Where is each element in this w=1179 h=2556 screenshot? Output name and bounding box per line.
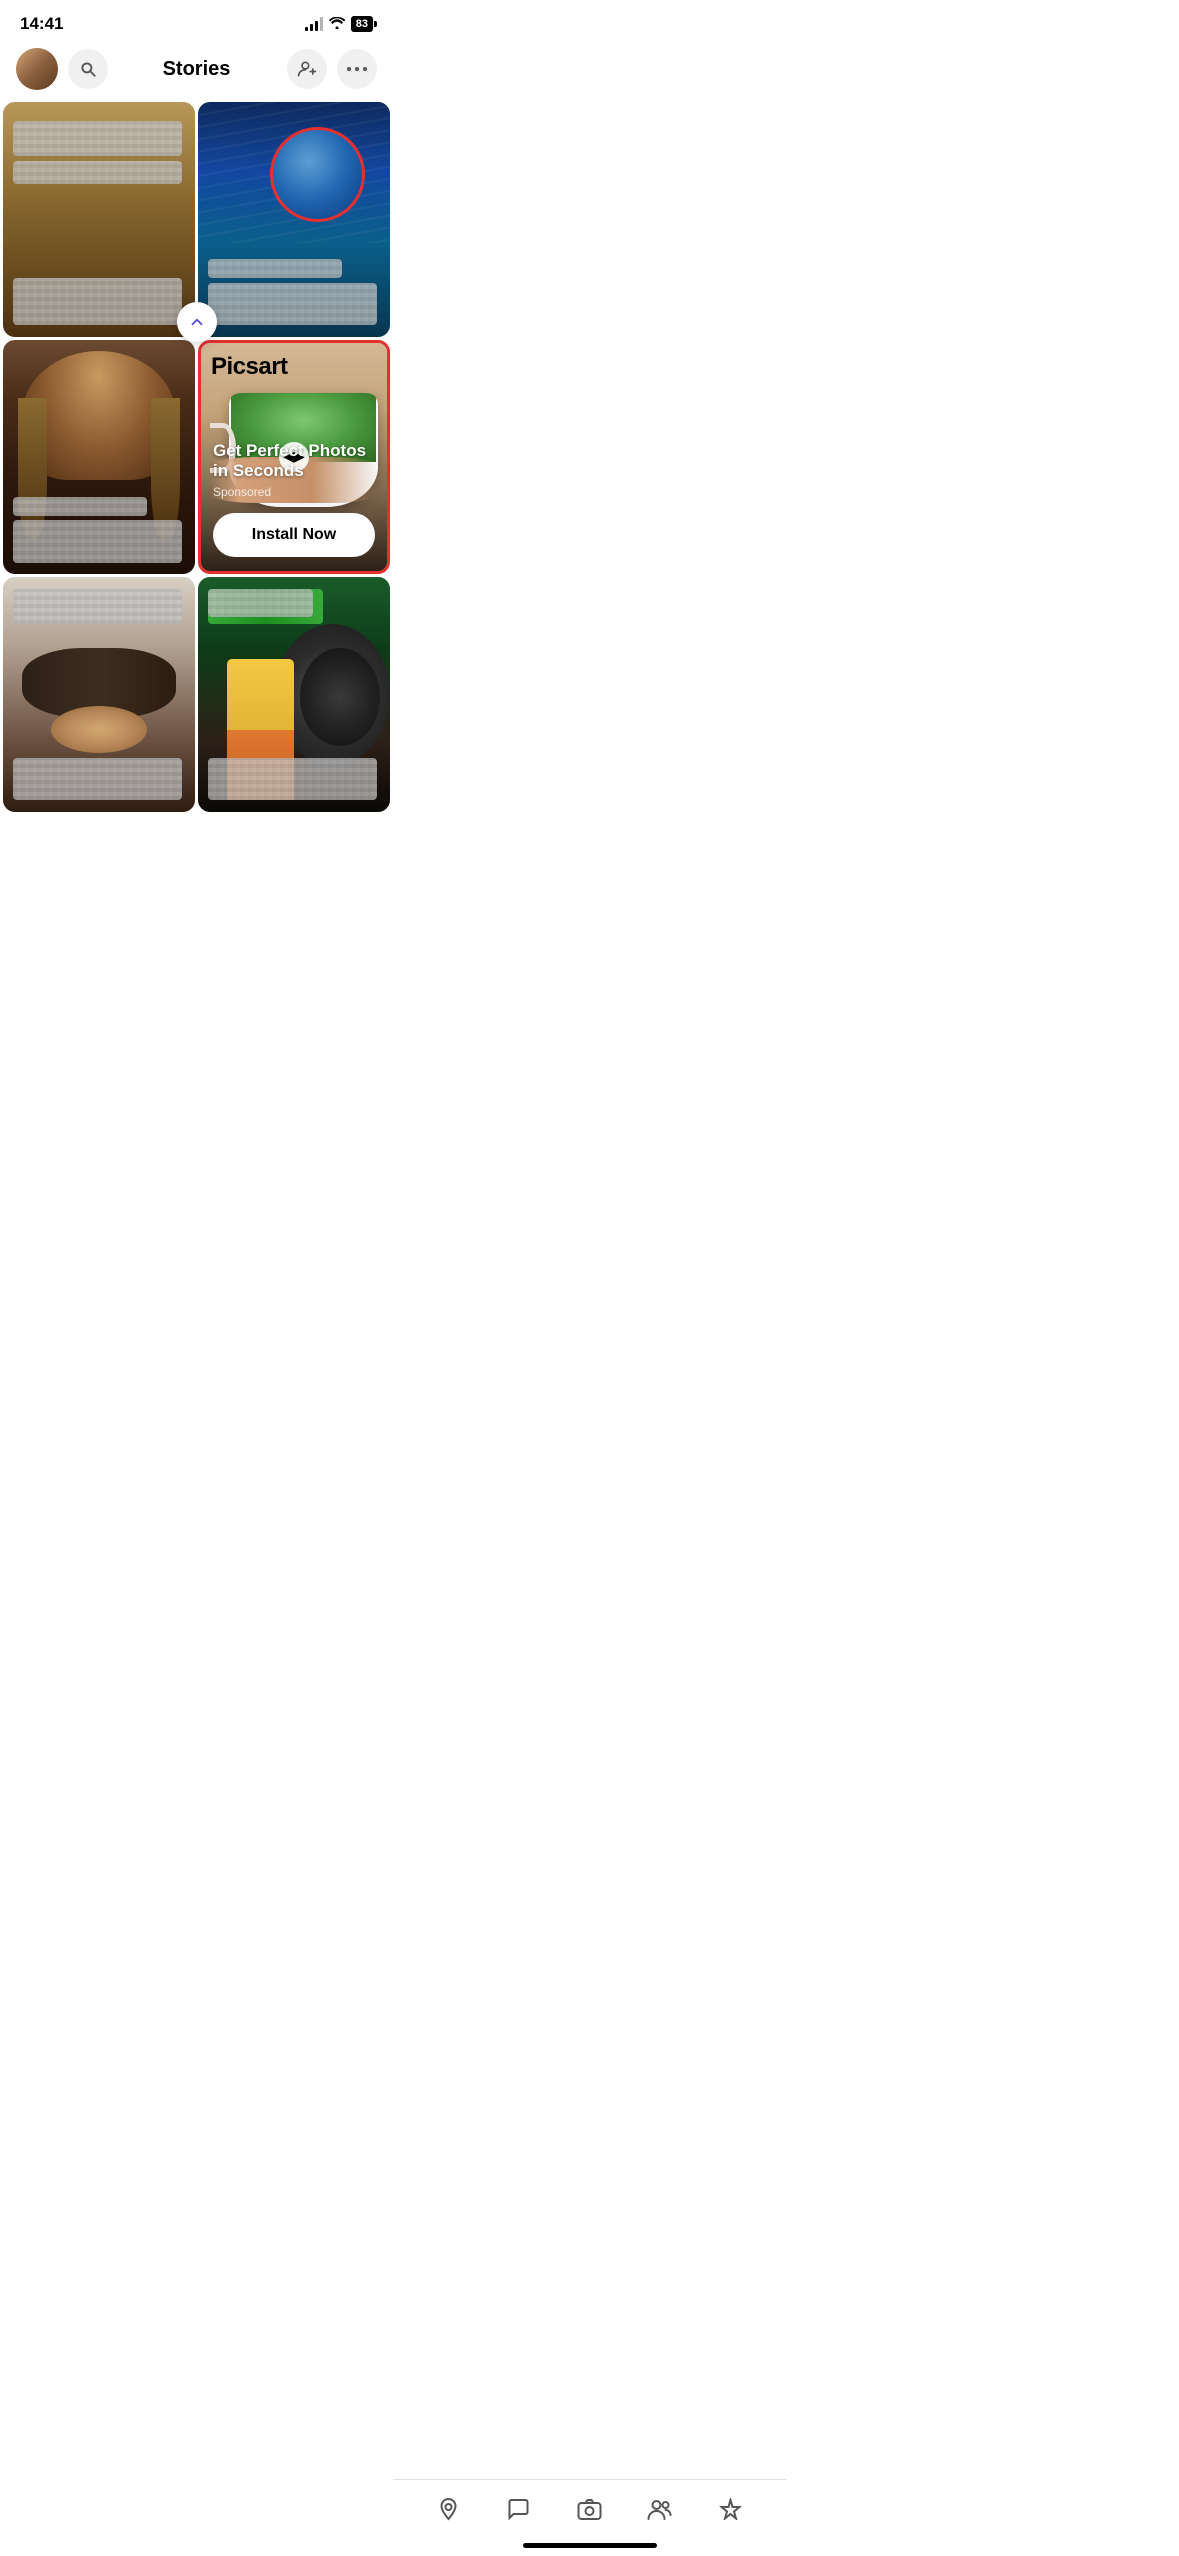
nav-friends-button[interactable]: [635, 2492, 685, 2526]
nav-discover-button[interactable]: [706, 2492, 756, 2526]
home-indicator: [523, 2543, 657, 2548]
nav-chat-button[interactable]: [494, 2492, 544, 2526]
nav-map-button[interactable]: [423, 2492, 473, 2526]
story-card-5[interactable]: [3, 577, 195, 812]
nav-camera-button[interactable]: [564, 2492, 614, 2526]
story-card-3[interactable]: [3, 340, 195, 575]
avatar[interactable]: [16, 48, 58, 90]
page-title: Stories: [163, 58, 231, 81]
story-card-2[interactable]: [198, 102, 390, 337]
ad-brand-label: Picsart: [211, 353, 288, 381]
story-card-6[interactable]: [198, 577, 390, 812]
map-icon: [435, 2496, 461, 2522]
add-friend-button[interactable]: [287, 49, 327, 89]
story-card-1[interactable]: [3, 102, 195, 337]
more-options-button[interactable]: [337, 49, 377, 89]
status-icons: 83: [305, 16, 373, 32]
ad-headline: Get Perfect Photos in Seconds: [213, 441, 375, 482]
header-right: [287, 49, 377, 89]
signal-icon: [305, 17, 323, 31]
battery-icon: 83: [351, 16, 373, 32]
camera-icon: [576, 2496, 602, 2522]
header-left: [16, 48, 108, 90]
discover-icon: [718, 2496, 744, 2522]
scroll-up-button[interactable]: [177, 302, 217, 342]
chat-icon: [506, 2496, 532, 2522]
wifi-icon: [329, 16, 345, 32]
ad-sponsored-label: Sponsored: [213, 485, 271, 499]
search-button[interactable]: [68, 49, 108, 89]
install-now-button[interactable]: Install Now: [213, 513, 375, 557]
stories-grid: Picsart ◀▶ Get Perfect Photos in Seconds…: [0, 102, 393, 812]
status-bar: 14:41 83: [0, 0, 393, 40]
status-time: 14:41: [20, 14, 63, 34]
highlight-circle: [270, 127, 365, 222]
friends-icon: [647, 2496, 673, 2522]
story-card-ad[interactable]: Picsart ◀▶ Get Perfect Photos in Seconds…: [198, 340, 390, 575]
header: Stories: [0, 40, 393, 102]
